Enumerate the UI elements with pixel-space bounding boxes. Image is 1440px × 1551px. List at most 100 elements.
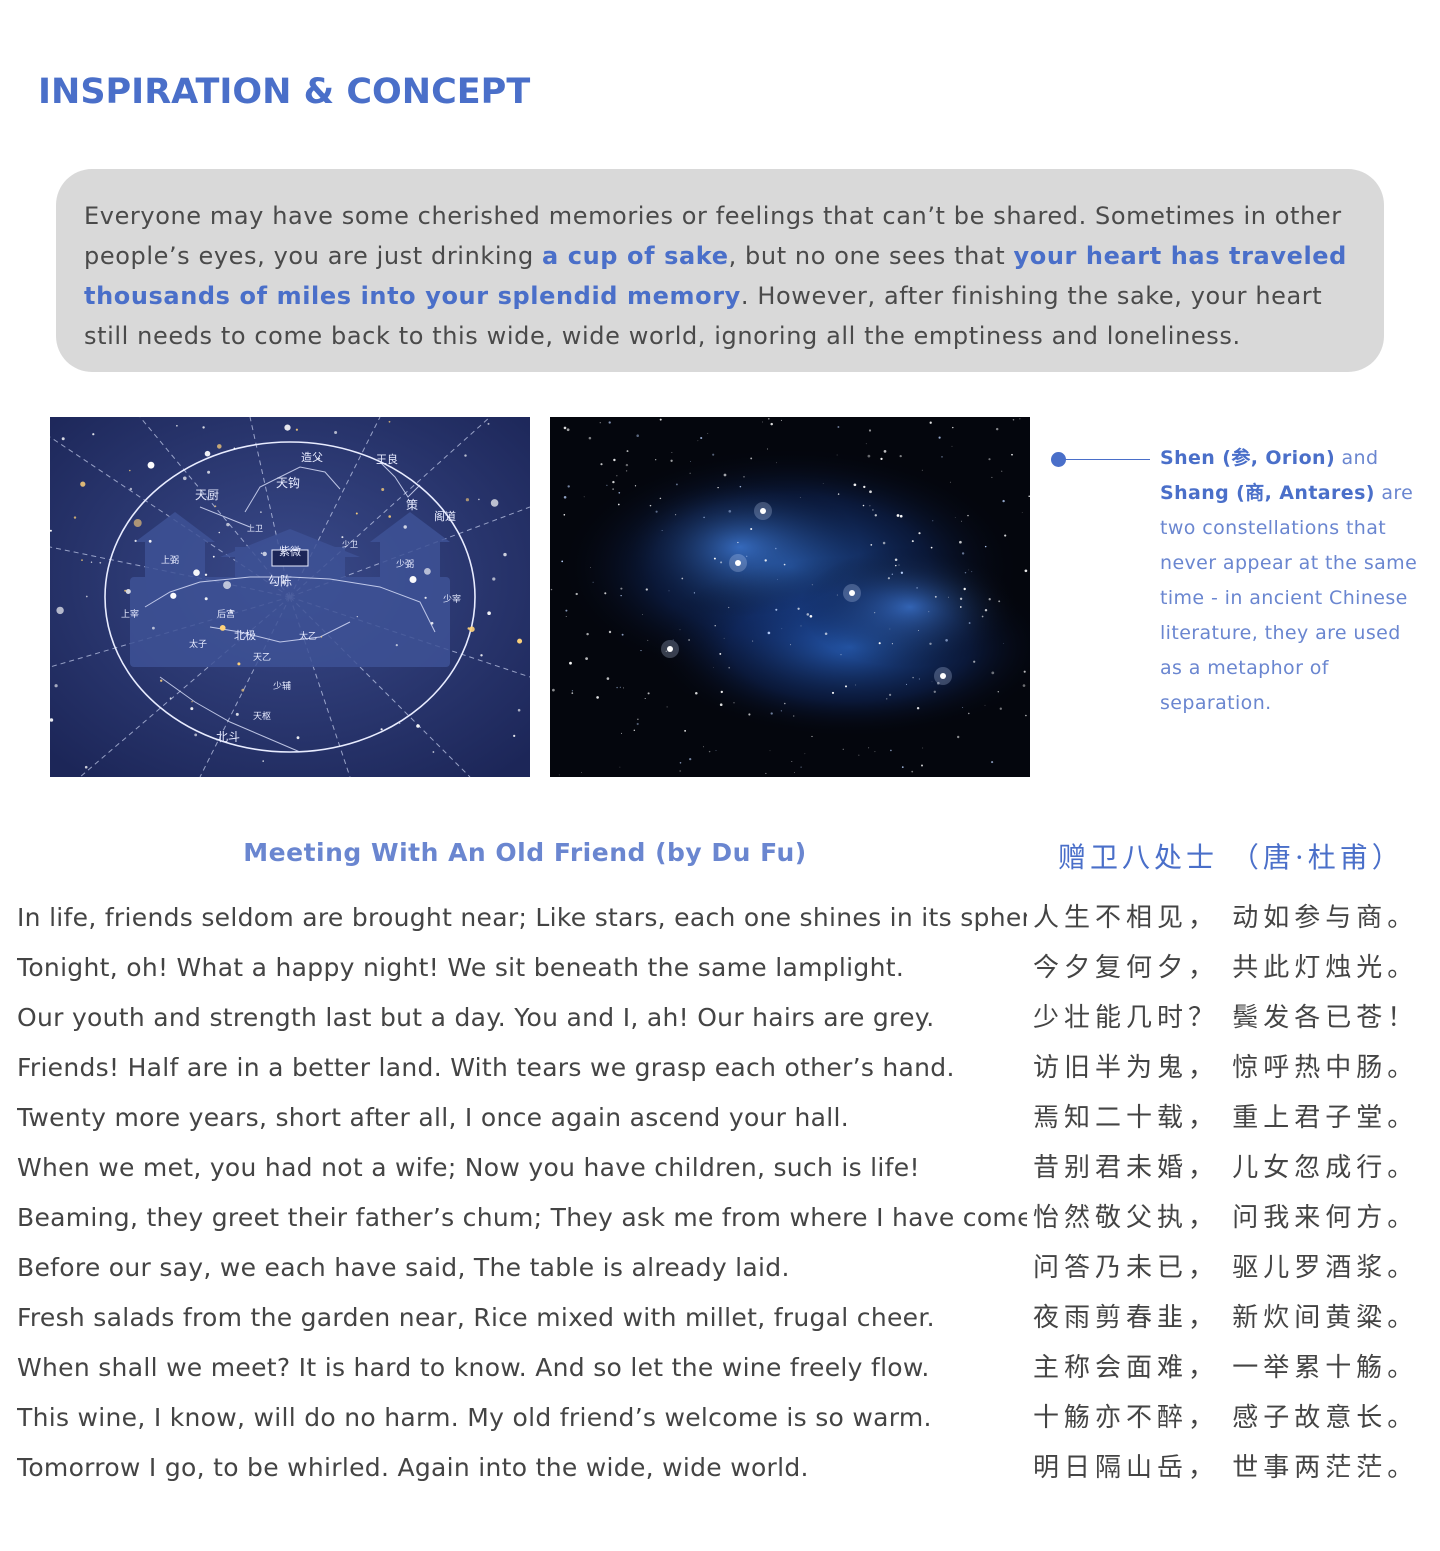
poem-line-zh: 主称会面难， 一举累十觞。 bbox=[1033, 1353, 1419, 1383]
nebula-star bbox=[649, 504, 652, 507]
nebula-star bbox=[714, 625, 716, 627]
map-star bbox=[492, 577, 496, 581]
nebula-star bbox=[720, 561, 723, 564]
poem-line-zh: 人生不相见， 动如参与商。 bbox=[1033, 903, 1419, 933]
nebula-star bbox=[565, 609, 568, 612]
nebula-star bbox=[780, 419, 782, 421]
poem-line-zh: 明日隔山岳， 世事两茫茫。 bbox=[1033, 1453, 1419, 1483]
nebula-star bbox=[874, 612, 876, 614]
nebula-star bbox=[640, 650, 642, 652]
map-star bbox=[54, 684, 58, 688]
map-label: 北极 bbox=[234, 628, 256, 642]
nebula-star bbox=[688, 639, 690, 641]
nebula-star bbox=[858, 754, 860, 756]
nebula-star bbox=[616, 475, 618, 477]
nebula-star bbox=[991, 476, 993, 478]
nebula-star bbox=[776, 462, 777, 464]
nebula-star bbox=[981, 615, 984, 618]
map-star bbox=[73, 516, 77, 519]
map-star bbox=[129, 469, 131, 472]
map-star bbox=[480, 654, 483, 657]
nebula-star bbox=[777, 579, 778, 580]
nebula-star bbox=[921, 469, 923, 471]
nebula-star bbox=[750, 527, 753, 531]
nebula-star bbox=[954, 517, 956, 518]
nebula-star bbox=[717, 486, 719, 489]
nebula-star bbox=[900, 571, 904, 574]
nebula-star bbox=[984, 545, 987, 548]
map-label: 上宰 bbox=[121, 608, 139, 620]
poem-line-en: Tomorrow I go, to be whirled. Again into… bbox=[17, 1453, 809, 1482]
nebula-star bbox=[675, 514, 677, 516]
nebula-star bbox=[783, 563, 786, 566]
map-label: 策 bbox=[406, 498, 418, 512]
nebula-star bbox=[612, 480, 615, 484]
map-star bbox=[191, 700, 193, 703]
poem-line-en: Our youth and strength last but a day. Y… bbox=[17, 1003, 935, 1032]
nebula-star bbox=[968, 622, 971, 624]
nebula-star bbox=[625, 470, 628, 472]
nebula-star bbox=[968, 569, 970, 571]
nebula-star bbox=[971, 571, 973, 573]
nebula-star bbox=[670, 459, 673, 462]
poem-line-zh: 焉知二十载， 重上君子堂。 bbox=[1033, 1103, 1419, 1133]
nebula-star bbox=[984, 704, 986, 706]
nebula-star bbox=[921, 764, 923, 767]
nebula-star bbox=[952, 426, 954, 429]
nebula-star bbox=[790, 644, 792, 646]
nebula-star bbox=[775, 608, 778, 611]
nebula-star bbox=[929, 421, 932, 424]
nebula-star bbox=[566, 428, 570, 432]
map-star bbox=[432, 751, 435, 753]
nebula-star bbox=[668, 590, 670, 592]
intro-text: , but no one sees that bbox=[728, 242, 1014, 270]
callout-connector-line bbox=[1058, 459, 1150, 460]
nebula-star bbox=[800, 625, 802, 627]
nebula-star bbox=[733, 702, 735, 704]
nebula-star bbox=[959, 597, 963, 600]
nebula-star bbox=[563, 514, 566, 516]
nebula-star bbox=[918, 678, 920, 680]
poem-line-zh: 访旧半为鬼， 惊呼热中肠。 bbox=[1033, 1053, 1419, 1083]
nebula-star bbox=[613, 458, 616, 462]
nebula-star bbox=[1021, 511, 1023, 513]
nebula-star bbox=[764, 559, 767, 562]
map-label: 紫微 bbox=[279, 544, 301, 558]
map-star bbox=[262, 551, 267, 557]
bright-star bbox=[667, 646, 673, 652]
nebula-star bbox=[599, 422, 601, 424]
nebula-star bbox=[842, 748, 844, 750]
nebula-star bbox=[999, 707, 1002, 710]
nebula-star bbox=[743, 476, 745, 478]
nebula-star bbox=[988, 458, 991, 461]
nebula-star bbox=[865, 443, 867, 445]
nebula-star bbox=[1002, 499, 1005, 503]
nebula-star bbox=[869, 505, 871, 507]
map-star bbox=[467, 627, 470, 630]
map-star bbox=[204, 450, 211, 457]
map-star bbox=[56, 606, 64, 615]
nebula-star bbox=[608, 421, 611, 424]
nebula-star bbox=[689, 472, 691, 474]
map-star bbox=[212, 555, 215, 558]
map-star bbox=[223, 581, 232, 590]
map-label: 天乙 bbox=[253, 652, 271, 663]
map-label: 天钩 bbox=[276, 476, 300, 490]
nebula-star bbox=[693, 592, 696, 594]
nebula-star bbox=[1001, 470, 1003, 472]
callout-text-part: are two constellations that never appear… bbox=[1160, 482, 1418, 714]
nebula-star bbox=[737, 541, 739, 544]
nebula-star bbox=[1022, 684, 1026, 687]
map-star bbox=[129, 487, 133, 491]
nebula-star bbox=[997, 690, 1000, 693]
nebula-star bbox=[962, 707, 964, 708]
map-star bbox=[183, 476, 187, 481]
nebula-star bbox=[959, 540, 962, 544]
nebula-star bbox=[728, 509, 732, 513]
nebula-star bbox=[872, 509, 874, 511]
nebula-star bbox=[1019, 418, 1021, 420]
nebula-star bbox=[912, 676, 914, 679]
nebula-star bbox=[644, 697, 646, 700]
nebula-star bbox=[895, 564, 897, 567]
map-label: 天厨 bbox=[195, 488, 219, 502]
